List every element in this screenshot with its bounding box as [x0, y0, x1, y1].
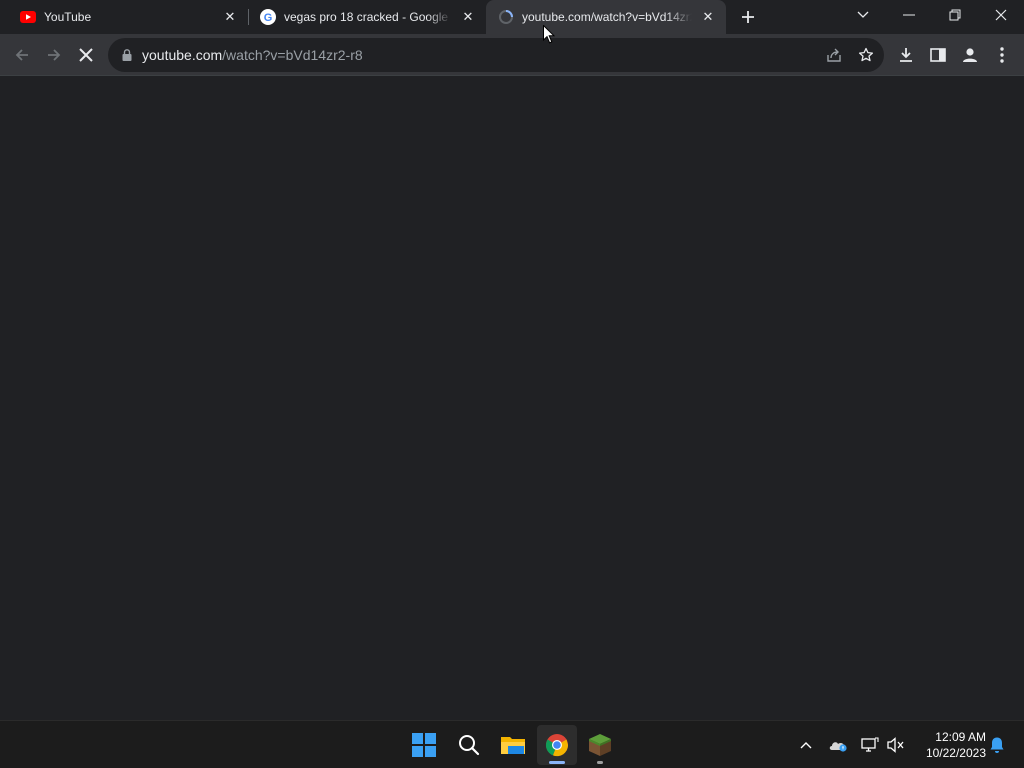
search-icon[interactable]	[449, 725, 489, 765]
share-icon[interactable]	[822, 43, 846, 67]
close-tab-icon[interactable]: ✕	[460, 9, 476, 25]
side-panel-icon	[930, 48, 946, 62]
address-bar[interactable]: youtube.com/watch?v=bVd14zr2-r8	[108, 38, 884, 72]
running-app-indicator	[597, 761, 603, 764]
windows-start-icon[interactable]	[404, 725, 444, 765]
forward-button[interactable]	[38, 39, 70, 71]
clock-time: 12:09 AM	[935, 730, 986, 744]
loading-spinner-icon	[498, 9, 514, 25]
network-icon[interactable]	[858, 733, 882, 757]
menu-button[interactable]	[986, 39, 1018, 71]
onedrive-icon[interactable]	[826, 733, 850, 757]
stop-loading-icon	[79, 48, 93, 62]
menu-icon	[1000, 47, 1004, 63]
close-tab-icon[interactable]: ✕	[222, 9, 238, 25]
stop-loading-button[interactable]	[70, 39, 102, 71]
tab-strip: YouTube ✕ G vegas pro 18 cracked - Googl…	[0, 0, 1024, 34]
clock-date: 10/22/2023	[925, 746, 986, 760]
mouse-cursor-icon	[543, 24, 556, 49]
lock-icon[interactable]	[118, 49, 136, 61]
tab-youtube[interactable]: YouTube ✕	[8, 0, 248, 34]
tab-title: youtube.com/watch?v=bVd14zr2-r8	[522, 10, 692, 24]
url-domain: youtube.com	[142, 47, 223, 63]
active-app-indicator	[549, 761, 565, 764]
google-icon: G	[260, 9, 276, 25]
close-window-button[interactable]	[978, 0, 1024, 30]
profile-button[interactable]	[954, 39, 986, 71]
close-tab-icon[interactable]: ✕	[700, 9, 716, 25]
svg-text:G: G	[264, 12, 273, 24]
restore-button[interactable]	[932, 0, 978, 30]
side-panel-button[interactable]	[922, 39, 954, 71]
notification-bell-icon[interactable]	[985, 733, 1009, 757]
download-icon	[900, 48, 912, 62]
browser-toolbar: youtube.com/watch?v=bVd14zr2-r8	[0, 34, 1024, 76]
url-path: /watch?v=bVd14zr2-r8	[222, 47, 363, 63]
show-hidden-icons-chevron[interactable]	[794, 733, 818, 757]
volume-muted-icon[interactable]	[884, 733, 908, 757]
tab-title: vegas pro 18 cracked - Google Search	[284, 10, 452, 24]
download-button[interactable]	[890, 39, 922, 71]
minimize-button[interactable]	[886, 0, 932, 30]
page-content-area	[0, 77, 1024, 720]
forward-icon	[48, 49, 61, 61]
url-text: youtube.com/watch?v=bVd14zr2-r8	[142, 47, 363, 63]
minecraft-icon[interactable]	[580, 725, 620, 765]
file-explorer-icon[interactable]	[493, 725, 533, 765]
windows-taskbar: 12:09 AM 10/22/2023	[0, 720, 1024, 768]
youtube-icon	[20, 9, 36, 25]
tab-google-search[interactable]: G vegas pro 18 cracked - Google Search ✕	[248, 0, 486, 34]
new-tab-button[interactable]	[736, 5, 760, 29]
tab-title: YouTube	[44, 10, 92, 24]
system-clock[interactable]: 12:09 AM 10/22/2023	[914, 729, 986, 761]
back-icon	[15, 49, 28, 61]
chrome-icon[interactable]	[537, 725, 577, 765]
back-button[interactable]	[6, 39, 38, 71]
profile-icon	[963, 48, 977, 62]
bookmark-star-icon[interactable]	[854, 43, 878, 67]
tab-search-chevron-icon[interactable]	[840, 0, 886, 30]
tab-active-watch[interactable]: youtube.com/watch?v=bVd14zr2-r8 ✕	[486, 0, 726, 34]
